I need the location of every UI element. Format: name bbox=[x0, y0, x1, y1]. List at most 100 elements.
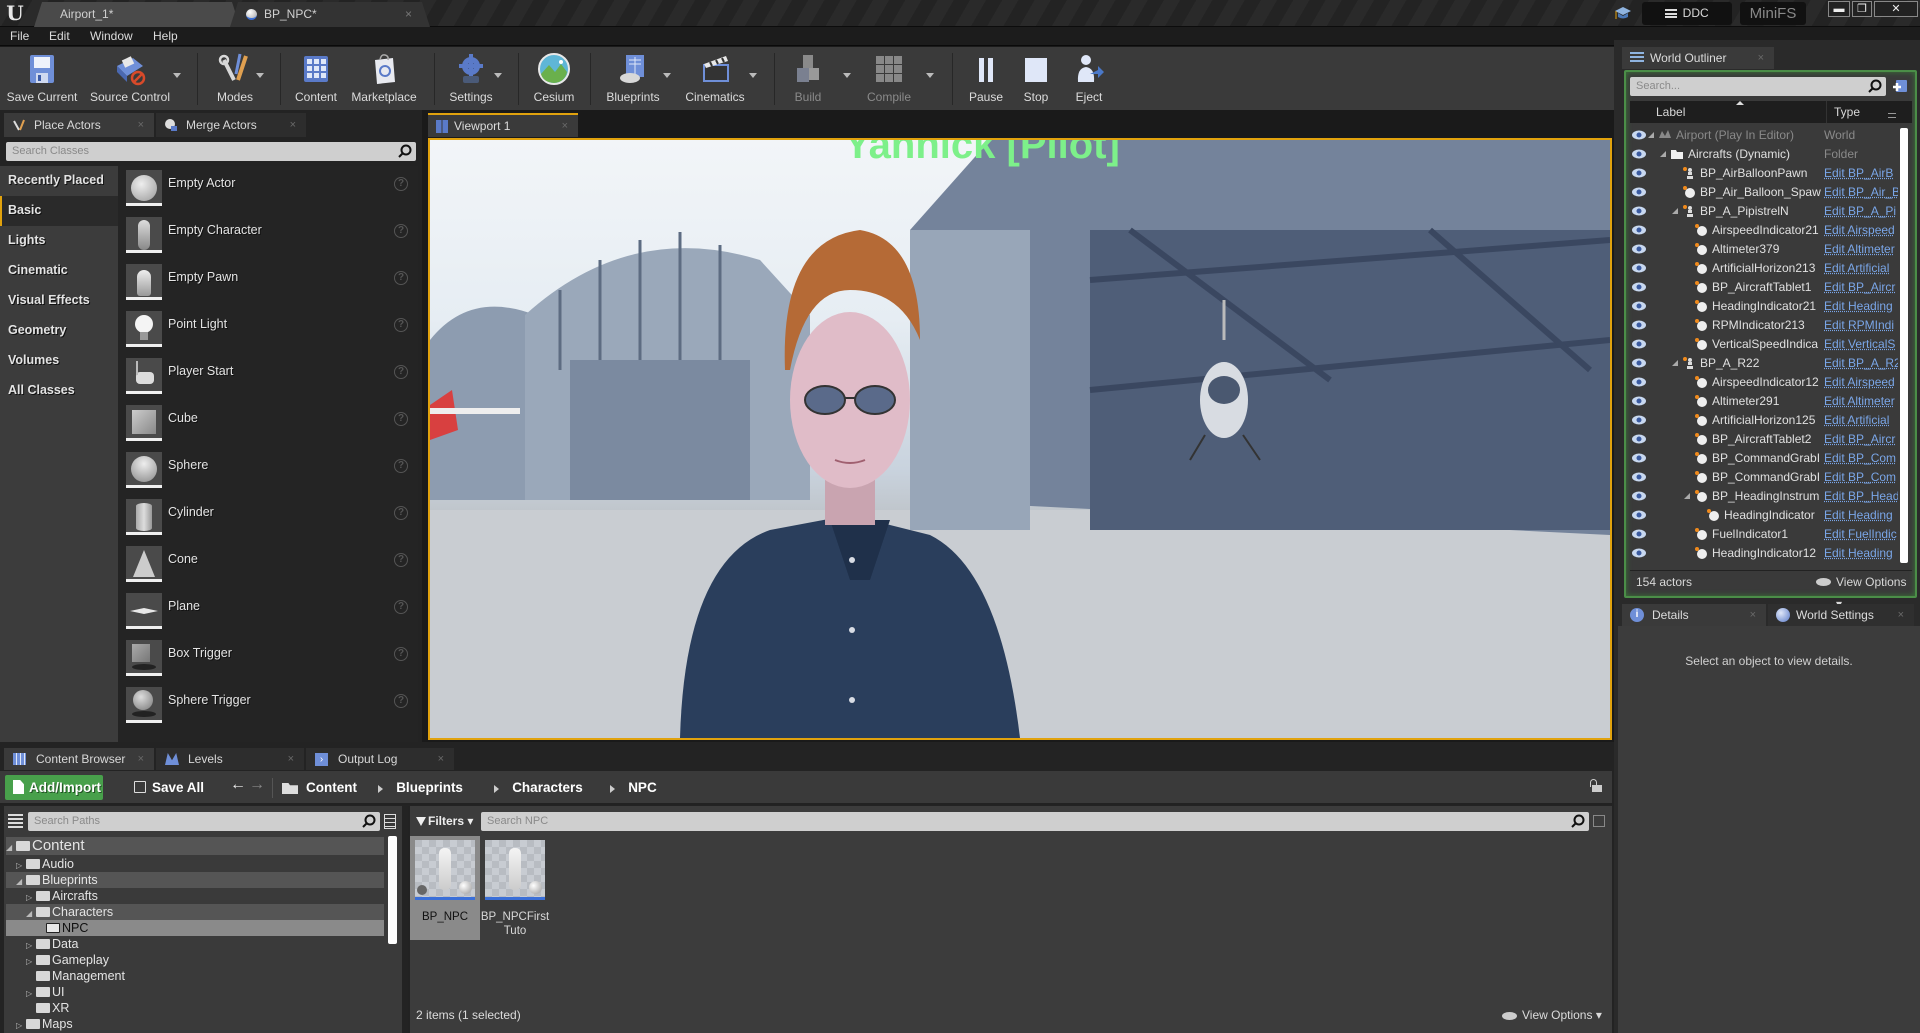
cinematics-button[interactable]: Cinematics bbox=[680, 47, 750, 110]
menu-edit[interactable]: Edit bbox=[49, 27, 70, 46]
expand-arrow-icon[interactable] bbox=[1672, 208, 1678, 214]
outliner-row[interactable]: Altimeter379 Edit Altimeter bbox=[1630, 240, 1898, 259]
build-dropdown-icon[interactable] bbox=[843, 73, 851, 78]
actor-item-cone[interactable]: Cone? bbox=[118, 542, 418, 589]
edit-blueprint-link[interactable]: Edit Heading bbox=[1824, 506, 1898, 525]
blueprints-button[interactable]: Blueprints bbox=[598, 47, 668, 110]
edit-blueprint-link[interactable]: Edit VerticalS bbox=[1824, 335, 1898, 354]
actor-item-empty-actor[interactable]: Empty Actor? bbox=[118, 166, 418, 213]
close-icon[interactable]: × bbox=[1750, 604, 1756, 626]
actor-item-box-trigger[interactable]: Box Trigger? bbox=[118, 636, 418, 683]
breadcrumb-item[interactable]: Characters bbox=[512, 775, 583, 800]
eject-button[interactable]: Eject bbox=[1066, 47, 1112, 110]
folder-tree-item[interactable]: ▷ Gameplay bbox=[6, 952, 384, 968]
outliner-row[interactable]: HeadingIndicator21 Edit Heading bbox=[1630, 297, 1898, 316]
restore-button[interactable]: ❐ bbox=[1852, 1, 1872, 17]
folder-tree-item[interactable]: ▷ Aircrafts bbox=[6, 888, 384, 904]
help-icon[interactable]: ? bbox=[394, 553, 408, 567]
document-tab-bp-npc[interactable]: BP_NPC* × bbox=[230, 2, 430, 27]
expand-arrow-icon[interactable] bbox=[1648, 132, 1654, 138]
minifs-button[interactable]: MiniFS bbox=[1740, 2, 1806, 25]
source-control-dropdown-icon[interactable] bbox=[173, 73, 181, 78]
visibility-eye-icon[interactable] bbox=[1632, 263, 1646, 273]
compile-dropdown-icon[interactable] bbox=[926, 73, 934, 78]
outliner-scrollbar[interactable] bbox=[1900, 128, 1908, 563]
edit-blueprint-link[interactable]: Edit RPMIndi bbox=[1824, 316, 1898, 335]
tab-merge-actors[interactable]: Merge Actors × bbox=[156, 113, 306, 137]
outliner-search-input[interactable]: Search... bbox=[1630, 77, 1886, 96]
tab-place-actors[interactable]: Place Actors × bbox=[4, 113, 154, 137]
visibility-eye-icon[interactable] bbox=[1632, 472, 1646, 482]
menu-window[interactable]: Window bbox=[90, 27, 133, 46]
ddc-button[interactable]: DDC bbox=[1642, 2, 1732, 25]
collapse-arrow-icon[interactable]: ◢ bbox=[6, 839, 16, 857]
save-current-button[interactable]: Save Current bbox=[4, 47, 80, 110]
expand-arrow-icon[interactable] bbox=[1672, 360, 1678, 366]
cesium-button[interactable]: Cesium bbox=[526, 47, 582, 110]
visibility-eye-icon[interactable] bbox=[1632, 529, 1646, 539]
actor-item-player-start[interactable]: Player Start? bbox=[118, 354, 418, 401]
breadcrumb-arrow-icon[interactable] bbox=[494, 785, 500, 793]
outliner-row[interactable]: RPMIndicator213 Edit RPMIndi bbox=[1630, 316, 1898, 335]
folder-tree-item[interactable]: ▷ Maps bbox=[6, 1016, 384, 1032]
help-icon[interactable]: ? bbox=[394, 694, 408, 708]
compile-button[interactable]: Compile bbox=[858, 47, 920, 110]
edit-blueprint-link[interactable]: Edit BP_AirB bbox=[1824, 164, 1898, 183]
close-icon[interactable]: × bbox=[1758, 47, 1764, 69]
pause-button[interactable]: Pause bbox=[962, 47, 1010, 110]
close-icon[interactable]: × bbox=[290, 113, 296, 137]
edit-blueprint-link[interactable]: Edit Artificial bbox=[1824, 259, 1898, 278]
visibility-eye-icon[interactable] bbox=[1632, 358, 1646, 368]
close-icon[interactable]: × bbox=[138, 748, 144, 770]
category-basic[interactable]: Basic bbox=[0, 196, 118, 226]
tab-content-browser[interactable]: Content Browser × bbox=[4, 748, 154, 770]
visibility-eye-icon[interactable] bbox=[1632, 453, 1646, 463]
close-icon[interactable]: × bbox=[405, 2, 412, 27]
category-lights[interactable]: Lights bbox=[0, 226, 118, 256]
visibility-eye-icon[interactable] bbox=[1632, 415, 1646, 425]
help-icon[interactable]: ? bbox=[394, 224, 408, 238]
blueprints-dropdown-icon[interactable] bbox=[663, 73, 671, 78]
visibility-eye-icon[interactable] bbox=[1632, 548, 1646, 558]
visibility-eye-icon[interactable] bbox=[1632, 244, 1646, 254]
folder-tree-item[interactable]: ◢ Blueprints bbox=[6, 872, 384, 888]
visibility-eye-icon[interactable] bbox=[1632, 168, 1646, 178]
learn-icon[interactable] bbox=[1614, 5, 1632, 21]
stop-button[interactable]: Stop bbox=[1014, 47, 1058, 110]
actor-item-cube[interactable]: Cube? bbox=[118, 401, 418, 448]
edit-blueprint-link[interactable]: Edit BP_A_R2 bbox=[1824, 354, 1898, 373]
content-button[interactable]: Content bbox=[288, 47, 344, 110]
asset-tile-bp-npcfirsttuto[interactable]: BP_NPCFirst Tuto bbox=[480, 836, 550, 940]
toggle-sources-icon[interactable] bbox=[8, 814, 23, 828]
outliner-row[interactable]: BP_CommandGrabI Edit BP_Com bbox=[1630, 449, 1898, 468]
edit-blueprint-link[interactable]: Edit BP_Aircr bbox=[1824, 430, 1898, 449]
search-paths-input[interactable]: Search Paths bbox=[28, 812, 380, 831]
tab-world-outliner[interactable]: World Outliner × bbox=[1622, 47, 1774, 69]
close-window-button[interactable]: ✕ bbox=[1874, 1, 1918, 17]
outliner-row[interactable]: Altimeter291 Edit Altimeter bbox=[1630, 392, 1898, 411]
source-control-button[interactable]: Source Control bbox=[84, 47, 176, 110]
breadcrumb-item[interactable]: Content bbox=[306, 775, 357, 800]
actor-item-sphere[interactable]: Sphere? bbox=[118, 448, 418, 495]
edit-blueprint-link[interactable]: Edit Heading bbox=[1824, 544, 1898, 563]
menu-help[interactable]: Help bbox=[153, 27, 178, 46]
visibility-eye-icon[interactable] bbox=[1632, 187, 1646, 197]
outliner-row[interactable]: BP_A_R22 Edit BP_A_R2 bbox=[1630, 354, 1898, 373]
help-icon[interactable]: ? bbox=[394, 647, 408, 661]
asset-tile-bp-npc[interactable]: BP_NPC bbox=[410, 836, 480, 940]
outliner-row[interactable]: BP_HeadingInstrum Edit BP_Head bbox=[1630, 487, 1898, 506]
tab-details[interactable]: i Details × bbox=[1622, 604, 1766, 626]
folder-tree-item[interactable]: NPC bbox=[6, 920, 384, 936]
modes-button[interactable]: Modes bbox=[205, 47, 265, 110]
folder-tree-item[interactable]: XR bbox=[6, 1000, 384, 1016]
close-icon[interactable]: × bbox=[288, 748, 294, 770]
column-label-header[interactable]: Label bbox=[1656, 105, 1685, 119]
visibility-eye-icon[interactable] bbox=[1632, 434, 1646, 444]
actor-item-sphere-trigger[interactable]: Sphere Trigger? bbox=[118, 683, 418, 730]
visibility-eye-icon[interactable] bbox=[1632, 491, 1646, 501]
build-button[interactable]: Build bbox=[782, 47, 834, 110]
visibility-eye-icon[interactable] bbox=[1632, 396, 1646, 406]
actor-item-plane[interactable]: Plane? bbox=[118, 589, 418, 636]
help-icon[interactable]: ? bbox=[394, 600, 408, 614]
content-view-options-button[interactable]: View Options ▾ bbox=[1502, 1008, 1602, 1022]
